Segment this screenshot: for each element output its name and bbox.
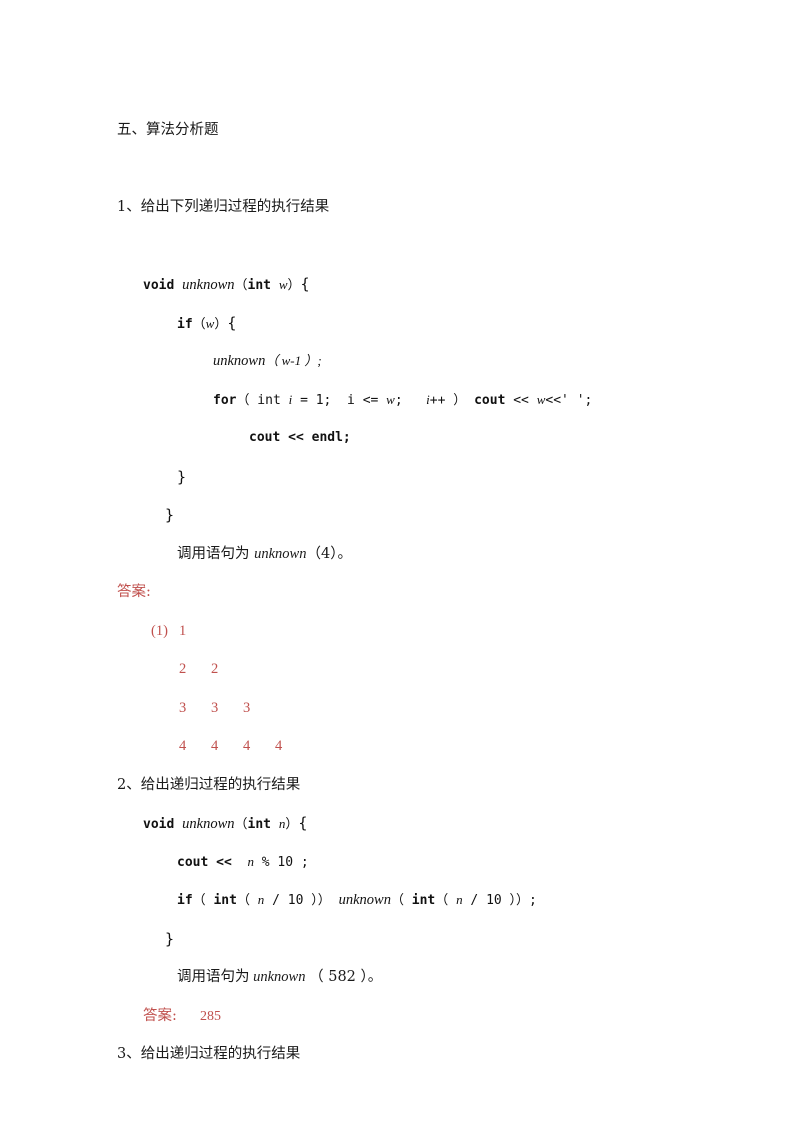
sp	[271, 278, 279, 293]
q2-answer-label: 答案:	[143, 1007, 177, 1024]
q1-answer-label: 答案:	[117, 584, 151, 600]
brace-open: {	[298, 814, 308, 832]
q1-code-line-2: if（w）{	[117, 304, 687, 343]
brace-open: {	[300, 275, 310, 293]
call-unknown: unknown	[213, 353, 266, 369]
q1-code-line-7: }	[117, 496, 687, 535]
keyword-void: void	[143, 278, 175, 293]
paren-close: ）	[287, 278, 301, 293]
document-content: 五、算法分析题 1、给出下列递归过程的执行结果 void unknown（int…	[117, 111, 687, 1074]
modulo-expr: % 10 ;	[253, 854, 309, 870]
for-head: （ int	[236, 392, 289, 408]
keyword-int: int	[247, 278, 271, 293]
answer-row: 4 4 4 4	[117, 727, 687, 766]
answer-cell: 4	[179, 738, 187, 754]
paren-open: （	[192, 316, 206, 332]
q1-code-line-6: }	[117, 458, 687, 497]
paren-open-2: （	[236, 893, 258, 908]
var-w: w	[386, 391, 395, 407]
brace-open: {	[227, 313, 237, 332]
keyword-for: for	[213, 392, 237, 408]
cout-keyword: cout	[177, 854, 209, 870]
cout-keyword: cout	[474, 392, 506, 408]
keyword-if: if	[177, 316, 193, 332]
keyword-void: void	[143, 817, 175, 832]
question-2-prompt: 2、给出递归过程的执行结果	[117, 776, 301, 793]
paren-open-4: （	[435, 893, 457, 908]
identifier-unknown: unknown	[254, 545, 307, 562]
identifier-unknown: unknown	[249, 969, 310, 985]
for-sep: ;	[394, 392, 427, 408]
div-expr-2: / 10 ））;	[462, 893, 537, 908]
brace-close: }	[165, 506, 175, 524]
stream-op: <<	[505, 392, 537, 408]
answer-row: 22	[117, 650, 687, 689]
call-prefix: 调用语句为	[177, 545, 255, 562]
q1-code-line-5: cout << endl;	[117, 419, 687, 458]
answer-row: 3 3 3	[117, 689, 687, 728]
answer-cell: 2	[179, 661, 187, 677]
identifier-unknown: unknown	[182, 277, 235, 293]
sp	[177, 1008, 200, 1024]
sp	[174, 817, 182, 832]
q2-answer-line: 答案: 285	[117, 997, 687, 1036]
q2-answer-value: 285	[199, 1008, 221, 1024]
call-unknown: unknown	[338, 892, 391, 908]
q2-call-statement: 调用语句为 unknown （ 582 ）。	[117, 958, 687, 997]
paren-close: ）	[285, 817, 299, 832]
stream-op: <<	[208, 854, 248, 870]
paren-open: （	[192, 893, 214, 908]
brace-close: }	[177, 467, 187, 486]
answer-cell: 3	[179, 699, 187, 716]
answer-cell: 4	[275, 738, 283, 754]
q1-answer-grid: (1) 1 22 333 4444	[117, 612, 687, 766]
call-args: （ w-1 ）;	[265, 353, 322, 368]
q1-code-line-1: void unknown（int w）{	[117, 265, 687, 304]
section-heading: 五、算法分析题	[117, 122, 219, 138]
q2-code-line-3: if（ int（ n / 10 ）） unknown（ int（ n / 10 …	[117, 881, 687, 920]
call-suffix: （4）。	[306, 545, 352, 562]
q2-code-line-2: cout << n % 10 ;	[117, 843, 687, 882]
paren-open: （	[234, 278, 248, 293]
paren-open-3: （	[390, 893, 412, 908]
answer-cell: 4	[211, 738, 219, 754]
answer-row: (1) 1	[117, 612, 687, 651]
keyword-int: int	[213, 893, 237, 908]
answer-cell: 1	[179, 622, 187, 639]
question-1-prompt: 1、给出下列递归过程的执行结果	[117, 199, 330, 215]
brace-close: }	[165, 929, 175, 948]
div-expr: / 10 ））	[264, 893, 339, 908]
paren-close: ）	[214, 316, 228, 332]
cout-keyword: cout	[249, 430, 281, 445]
q1-code-line-4: for（ int i = 1; i <= w; i++ ） cout << w<…	[117, 381, 687, 420]
q2-code-line-1: void unknown（int n）{	[117, 804, 687, 843]
endl-statement: << endl;	[280, 430, 351, 445]
keyword-if: if	[177, 893, 193, 908]
keyword-int: int	[247, 817, 271, 832]
keyword-int-2: int	[411, 893, 436, 908]
sp	[271, 817, 279, 832]
for-init: = 1; i <=	[292, 392, 387, 408]
q2-code-line-4: }	[117, 920, 687, 959]
call-prefix: 调用语句为	[177, 969, 250, 985]
call-suffix: （ 582 ）。	[309, 969, 383, 985]
document-page: 五、算法分析题 1、给出下列递归过程的执行结果 void unknown（int…	[0, 0, 793, 1122]
sp	[174, 278, 182, 293]
q1-code-line-3: unknown（ w-1 ）;	[117, 342, 687, 381]
answer-cell: 3	[243, 699, 251, 716]
for-incr: ++ ）	[429, 392, 475, 408]
identifier-unknown: unknown	[182, 816, 235, 832]
param-w: w	[278, 277, 288, 292]
paren-open: （	[234, 817, 248, 832]
answer-item-label: (1)	[151, 622, 168, 639]
answer-cell: 4	[243, 738, 251, 754]
answer-cell: 2	[211, 661, 219, 677]
answer-cell: 3	[211, 699, 219, 716]
question-3-prompt: 3、给出递归过程的执行结果	[117, 1046, 301, 1062]
q1-call-statement: 调用语句为 unknown（4）。	[117, 535, 687, 574]
stream-tail: <<' ';	[545, 392, 593, 408]
